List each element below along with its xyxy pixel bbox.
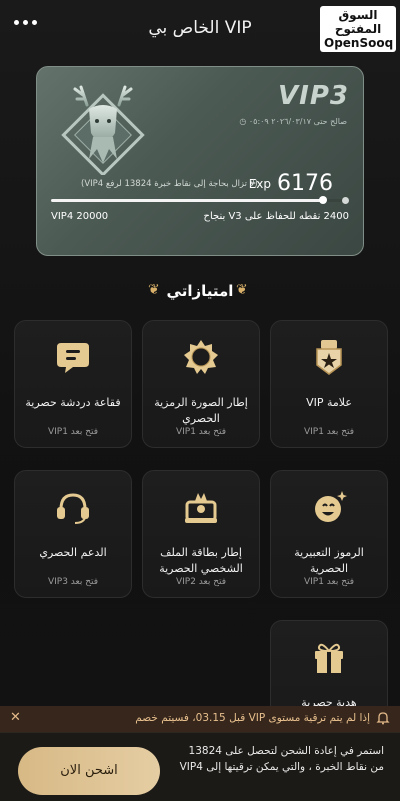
validity-text: صالح حتى ٢٠٢٦/٠٣/١٧ ٠٥:٠٩ [248,117,347,126]
keep-level-note: 2400 نقطه للحفاظ على V3 بنجاح [203,211,350,222]
privilege-emoji[interactable]: الرموز التعبيرية الحصرية فتح بعد VIP1 [270,470,388,598]
privilege-unlock: فتح بعد VIP1 [303,427,355,437]
privilege-unlock: فتح بعد VIP1 [175,427,227,437]
emoji-icon [315,491,347,522]
chat-bubble-icon [57,343,89,373]
validity-date: صالح حتى ٢٠٢٦/٠٣/١٧ ٠٥:٠٩ ◷ [239,117,347,126]
laurel-right-icon: ❦ [236,282,248,298]
clock-icon: ◷ [239,117,247,126]
avatar-frame-icon [184,340,218,374]
headset-icon [57,493,89,524]
watermark-english: OpenSooq [324,36,394,50]
privilege-vip-badge[interactable]: علامة VIP فتح بعد VIP1 [270,320,388,448]
opensooq-watermark: السوق المفتوح OpenSooq [320,6,396,52]
privilege-support[interactable]: الدعم الحصري فتح بعد VIP3 [14,470,132,598]
privilege-unlock: فتح بعد VIP1 [303,577,355,587]
exp-value: 6176 [277,171,333,196]
vip-level-label: VIP3 [278,81,349,111]
privilege-avatar-frame[interactable]: إطار الصورة الرمزية الحصري فتح بعد VIP1 [142,320,260,448]
notice-text: إذا لم يتم ترقية مستوى VIP قبل 03.15، فس… [135,712,370,724]
exp-progress-bar [51,196,349,204]
watermark-arabic: السوق المفتوح [334,8,382,36]
exp-progress-end [342,197,349,204]
privilege-unlock: فتح بعد VIP2 [175,577,227,587]
exp-progress-fill [51,199,324,202]
privilege-unlock: فتح بعد VIP1 [47,427,99,437]
app-root: VIP الخاص بي السوق المفتوح OpenSooq VIP3… [0,0,400,801]
recharge-now-button[interactable]: اشحن الان [18,747,160,795]
gift-icon [315,643,343,673]
exp-row: 6176 Exp (لا تزال بحاجة إلى نقاط خبرة 13… [51,171,347,196]
privilege-chat-bubble[interactable]: فقاعة دردشة حصرية فتح بعد VIP1 [14,320,132,448]
profile-card-frame-icon [185,493,217,523]
vip-status-card: VIP3 صالح حتى ٢٠٢٦/٠٣/١٧ ٠٥:٠٩ ◷ 6176 Ex… [36,66,364,256]
exp-progress-knob [319,196,328,204]
privilege-name: الدعم الحصري [39,546,107,559]
stag-emblem-icon [61,85,145,175]
vip-badge-icon [316,340,342,375]
privilege-name: إطار بطاقة الملف الشخصي الحصرية [159,546,243,575]
recharge-footer: اشحن الان استمر في إعادة الشحن لتحصل على… [0,732,400,801]
privileges-title: امتيازاتي [166,282,234,300]
privilege-unlock: فتح بعد VIP3 [47,577,99,587]
privilege-name: إطار الصورة الرمزية الحصري [154,396,248,425]
exp-remaining-note: (لا تزال بحاجة إلى نقاط خبرة 13824 لرفع … [81,179,258,189]
privilege-profile-card-frame[interactable]: إطار بطاقة الملف الشخصي الحصرية فتح بعد … [142,470,260,598]
next-level-label: VIP4 20000 [51,211,109,222]
privilege-name: علامة VIP [306,396,352,409]
close-icon[interactable]: ✕ [10,710,21,725]
privilege-name: فقاعة دردشة حصرية [25,396,121,409]
bell-icon [376,712,390,725]
header: VIP الخاص بي السوق المفتوح OpenSooq [0,0,400,62]
privilege-name: الرموز التعبيرية الحصرية [294,546,364,575]
downgrade-notice-bar: ✕ إذا لم يتم ترقية مستوى VIP قبل 03.15، … [0,706,400,732]
recharge-promo-text: استمر في إعادة الشحن لتحصل على 13824 من … [179,745,384,773]
